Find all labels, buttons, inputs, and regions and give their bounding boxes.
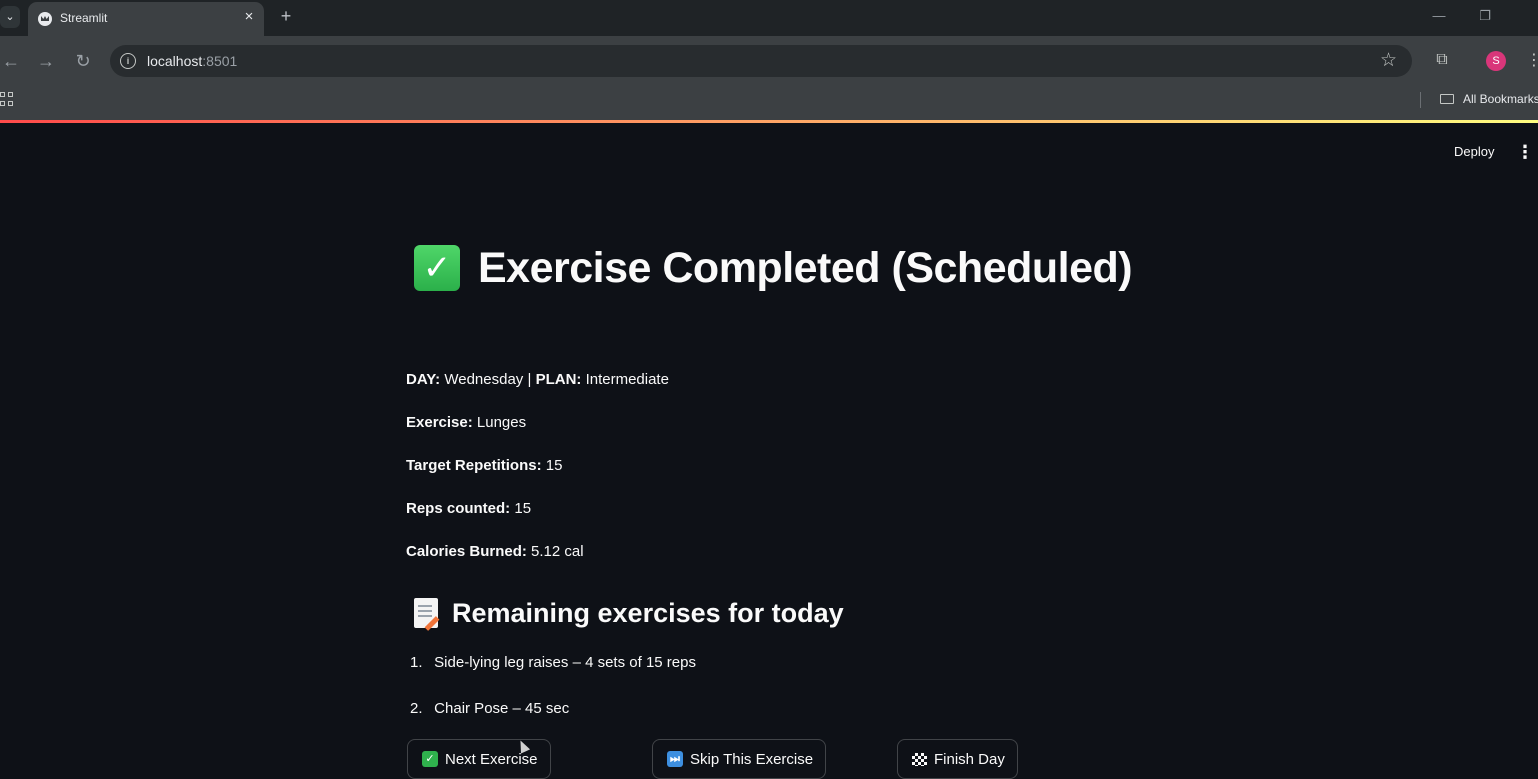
list-item-text: Side-lying leg raises – 4 sets of 15 rep… — [434, 654, 696, 671]
tab-title: Streamlit — [60, 11, 108, 25]
next-exercise-label: Next Exercise — [445, 750, 538, 768]
day-value: Wednesday — [444, 371, 524, 388]
browser-toolbar: ← → ↻ i localhost:8501 ☆ ⧉ S ⋮ — [0, 36, 1538, 86]
all-bookmarks-link[interactable]: All Bookmarks — [1463, 92, 1538, 106]
remaining-exercises-heading: Remaining exercises for today — [414, 596, 844, 630]
list-item-number: 2. — [410, 700, 423, 717]
day-label: DAY: — [406, 371, 441, 388]
calories-value: 5.12 cal — [531, 543, 584, 560]
day-plan-line: DAY: Wednesday | PLAN: Intermediate — [406, 371, 669, 388]
check-mark-icon: ✓ — [414, 245, 460, 291]
list-item: 1. Side-lying leg raises – 4 sets of 15 … — [410, 654, 696, 671]
maximize-icon[interactable]: ❐ — [1472, 6, 1498, 26]
back-icon[interactable]: ← — [0, 50, 22, 72]
exercise-label: Exercise: — [406, 414, 473, 431]
calories-label: Calories Burned: — [406, 543, 527, 560]
streamlit-favicon-icon — [38, 12, 52, 26]
bookmarks-divider — [1420, 92, 1421, 108]
profile-avatar[interactable]: S — [1486, 51, 1506, 71]
finish-day-button[interactable]: Finish Day — [897, 739, 1018, 779]
tab-search-icon[interactable]: ⌄ — [0, 6, 20, 28]
plan-label: PLAN: — [535, 371, 582, 388]
close-tab-icon[interactable]: × — [240, 8, 258, 26]
next-exercise-button[interactable]: ✓ Next Exercise — [407, 739, 551, 779]
exercise-line: Exercise: Lunges — [406, 414, 526, 431]
finish-day-label: Finish Day — [934, 750, 1005, 768]
reps-counted-value: 15 — [514, 500, 532, 517]
checkered-flag-icon — [912, 752, 927, 766]
bookmarks-bar: All Bookmarks — [0, 86, 1538, 120]
target-reps-label: Target Repetitions: — [406, 457, 542, 474]
plan-value: Intermediate — [585, 371, 669, 388]
main-menu-icon[interactable]: ⋮ — [1516, 141, 1534, 163]
separator: | — [527, 371, 532, 388]
memo-icon — [414, 598, 438, 628]
extensions-icon[interactable]: ⧉ — [1432, 50, 1452, 70]
url-text[interactable]: localhost:8501 — [147, 53, 237, 69]
site-info-icon[interactable]: i — [120, 53, 136, 69]
forward-icon[interactable]: → — [35, 50, 57, 72]
remaining-heading-text: Remaining exercises for today — [452, 597, 844, 628]
check-icon: ✓ — [422, 751, 438, 767]
browser-tab[interactable]: Streamlit × — [28, 2, 264, 36]
calories-line: Calories Burned: 5.12 cal — [406, 543, 584, 560]
minimize-icon[interactable]: — — [1426, 6, 1452, 26]
exercise-value: Lunges — [476, 414, 527, 431]
list-item: 2. Chair Pose – 45 sec — [410, 700, 569, 717]
page-title-text: Exercise Completed (Scheduled) — [478, 243, 1133, 292]
star-icon[interactable]: ☆ — [1380, 49, 1397, 72]
reps-counted-label: Reps counted: — [406, 500, 511, 517]
page-title: ✓ Exercise Completed (Scheduled) — [414, 240, 1133, 296]
skip-exercise-label: Skip This Exercise — [690, 750, 814, 768]
streamlit-header-decoration — [0, 120, 1538, 123]
list-item-text: Chair Pose – 45 sec — [434, 700, 570, 717]
url-host: localhost — [147, 53, 203, 69]
apps-grid-icon[interactable] — [0, 92, 16, 108]
target-reps-line: Target Repetitions: 15 — [406, 457, 562, 474]
skip-exercise-button[interactable]: ⏭ Skip This Exercise — [652, 739, 827, 779]
folder-icon — [1440, 94, 1454, 104]
reload-icon[interactable]: ↻ — [72, 50, 94, 72]
deploy-button[interactable]: Deploy — [1448, 140, 1500, 163]
list-item-number: 1. — [410, 654, 423, 671]
new-tab-icon[interactable]: + — [276, 6, 296, 26]
url-port: :8501 — [202, 53, 238, 69]
target-reps-value: 15 — [545, 457, 563, 474]
address-bar[interactable]: i localhost:8501 ☆ — [110, 45, 1412, 77]
skip-next-icon: ⏭ — [667, 751, 683, 767]
browser-tabstrip: ⌄ Streamlit × + — ❐ — [0, 0, 1538, 36]
reps-counted-line: Reps counted: 15 — [406, 500, 531, 517]
browser-menu-icon[interactable]: ⋮ — [1526, 50, 1538, 72]
